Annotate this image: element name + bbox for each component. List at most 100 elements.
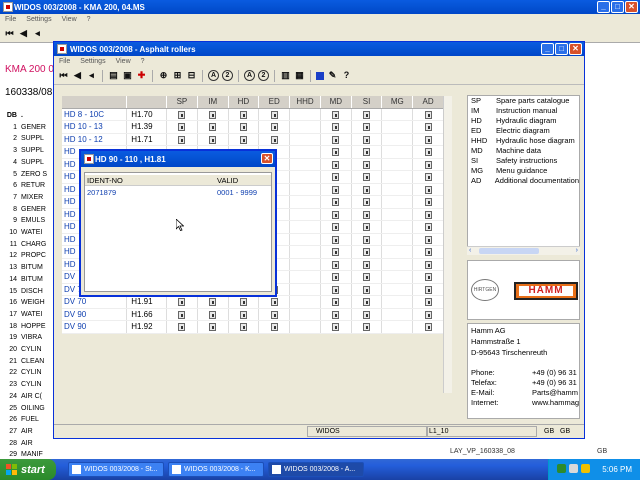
- model-row[interactable]: DV 90 H1.92: [62, 320, 444, 334]
- document-icon[interactable]: [270, 135, 278, 144]
- document-icon[interactable]: [424, 135, 432, 144]
- cell-md[interactable]: [320, 208, 352, 221]
- cell-ed[interactable]: [258, 120, 291, 134]
- document-icon[interactable]: [424, 185, 432, 194]
- cell-md[interactable]: [320, 308, 352, 321]
- document-icon[interactable]: [424, 285, 432, 294]
- document-icon[interactable]: [424, 210, 432, 219]
- col-ident-header[interactable]: IDENT-NO: [85, 175, 215, 185]
- group-row[interactable]: 24 AIR C(: [5, 391, 57, 403]
- model-row[interactable]: HD 8 - 10C H1.70: [62, 108, 444, 121]
- two-circle-alt-icon[interactable]: 2: [258, 70, 269, 81]
- document-icon[interactable]: [270, 298, 278, 307]
- document-icon[interactable]: [424, 110, 432, 119]
- clock[interactable]: 5:06 PM: [602, 465, 632, 474]
- cell-sp[interactable]: [166, 120, 198, 134]
- document-icon[interactable]: [424, 248, 432, 257]
- menu-settings[interactable]: Settings: [26, 16, 51, 23]
- cell-si[interactable]: [351, 220, 383, 234]
- popup-row[interactable]: 2071879 0001 - 9999: [85, 187, 271, 198]
- erase-icon[interactable]: ✎: [327, 70, 338, 81]
- document-icon[interactable]: [178, 110, 186, 119]
- security-icon[interactable]: [581, 464, 590, 473]
- document-icon[interactable]: [424, 160, 432, 169]
- task-button-1[interactable]: WIDOS 003/2008 - St...: [68, 462, 164, 477]
- cell-ad[interactable]: [412, 183, 444, 196]
- group-row[interactable]: 13 BITUM: [5, 262, 57, 274]
- group-row[interactable]: 28 AIR: [5, 438, 57, 450]
- document-icon[interactable]: [239, 323, 247, 332]
- menu-file[interactable]: File: [5, 16, 16, 23]
- document-icon[interactable]: [178, 310, 186, 319]
- a-circle-alt-icon[interactable]: A: [244, 70, 255, 81]
- group-row[interactable]: 19 VIBRA: [5, 332, 57, 344]
- document-icon[interactable]: [239, 135, 247, 144]
- cell-hd[interactable]: [228, 295, 260, 309]
- model-row[interactable]: HD 10 - 12 H1.71: [62, 133, 444, 146]
- document-icon[interactable]: [363, 235, 371, 244]
- legend-scrollbar[interactable]: ‹ ›: [467, 246, 580, 255]
- cell-ad[interactable]: [412, 195, 444, 209]
- group-row[interactable]: 18 HOPPE: [5, 321, 57, 333]
- network-icon[interactable]: [557, 464, 566, 473]
- maximize-button[interactable]: □: [611, 1, 624, 13]
- cell-si[interactable]: [351, 208, 383, 221]
- document-icon[interactable]: [363, 198, 371, 207]
- popup-titlebar[interactable]: HD 90 - 110 , H1.81 ✕: [81, 151, 275, 167]
- model-name[interactable]: HD 10 - 13: [62, 120, 128, 134]
- document-icon[interactable]: [239, 110, 247, 119]
- menu-settings[interactable]: Settings: [80, 58, 105, 65]
- cell-si[interactable]: [351, 158, 383, 171]
- document-icon[interactable]: [363, 260, 371, 269]
- cell-md[interactable]: [320, 158, 352, 171]
- document-icon[interactable]: [363, 210, 371, 219]
- two-circle-icon[interactable]: 2: [222, 70, 233, 81]
- cell-si[interactable]: [351, 120, 383, 134]
- zoom-icon[interactable]: ⊞: [172, 70, 183, 81]
- prev-icon[interactable]: ◀: [18, 28, 29, 39]
- scroll-thumb[interactable]: [479, 248, 539, 254]
- document-icon[interactable]: [363, 160, 371, 169]
- group-row[interactable]: 4 SUPPL: [5, 157, 57, 169]
- group-row[interactable]: 2 SUPPL: [5, 133, 57, 145]
- document-icon[interactable]: [270, 123, 278, 132]
- cell-ad[interactable]: [412, 158, 444, 171]
- cell-md[interactable]: [320, 133, 352, 146]
- cell-si[interactable]: [351, 283, 383, 296]
- document-icon[interactable]: [239, 123, 247, 132]
- group-row[interactable]: 20 CYLIN: [5, 344, 57, 356]
- document-icon[interactable]: [270, 323, 278, 332]
- group-row[interactable]: 6 RETUR: [5, 180, 57, 192]
- group-row[interactable]: 27 AIR: [5, 426, 57, 438]
- cell-hd[interactable]: [228, 308, 260, 321]
- cell-md[interactable]: [320, 295, 352, 309]
- cell-si[interactable]: [351, 258, 383, 271]
- document-icon[interactable]: [178, 135, 186, 144]
- document-icon[interactable]: [363, 173, 371, 182]
- back-icon[interactable]: ◂: [86, 70, 97, 81]
- model-row[interactable]: DV 70 H1.91: [62, 295, 444, 309]
- scroll-right-icon[interactable]: ›: [576, 247, 578, 254]
- document-icon[interactable]: [332, 173, 340, 182]
- group-row[interactable]: 7 MIXER: [5, 192, 57, 204]
- col-valid-header[interactable]: VALID: [215, 175, 238, 185]
- volume-icon[interactable]: [569, 464, 578, 473]
- cell-ad[interactable]: [412, 170, 444, 184]
- cell-ad[interactable]: [412, 308, 444, 321]
- email-value[interactable]: Parts@hamm: [532, 388, 578, 397]
- document-icon[interactable]: [424, 260, 432, 269]
- cell-si[interactable]: [351, 245, 383, 259]
- popup-close-button[interactable]: ✕: [261, 153, 273, 164]
- cell-md[interactable]: [320, 195, 352, 209]
- menu-view[interactable]: View: [62, 16, 77, 23]
- menu-help[interactable]: ?: [141, 58, 145, 65]
- document-icon[interactable]: [363, 135, 371, 144]
- document-icon[interactable]: [424, 123, 432, 132]
- stop-icon[interactable]: [316, 71, 324, 80]
- document-icon[interactable]: [424, 223, 432, 232]
- document-icon[interactable]: [363, 123, 371, 132]
- document-icon[interactable]: [332, 298, 340, 307]
- document-icon[interactable]: [332, 248, 340, 257]
- cell-im[interactable]: [197, 320, 229, 334]
- cell-hd[interactable]: [228, 120, 260, 134]
